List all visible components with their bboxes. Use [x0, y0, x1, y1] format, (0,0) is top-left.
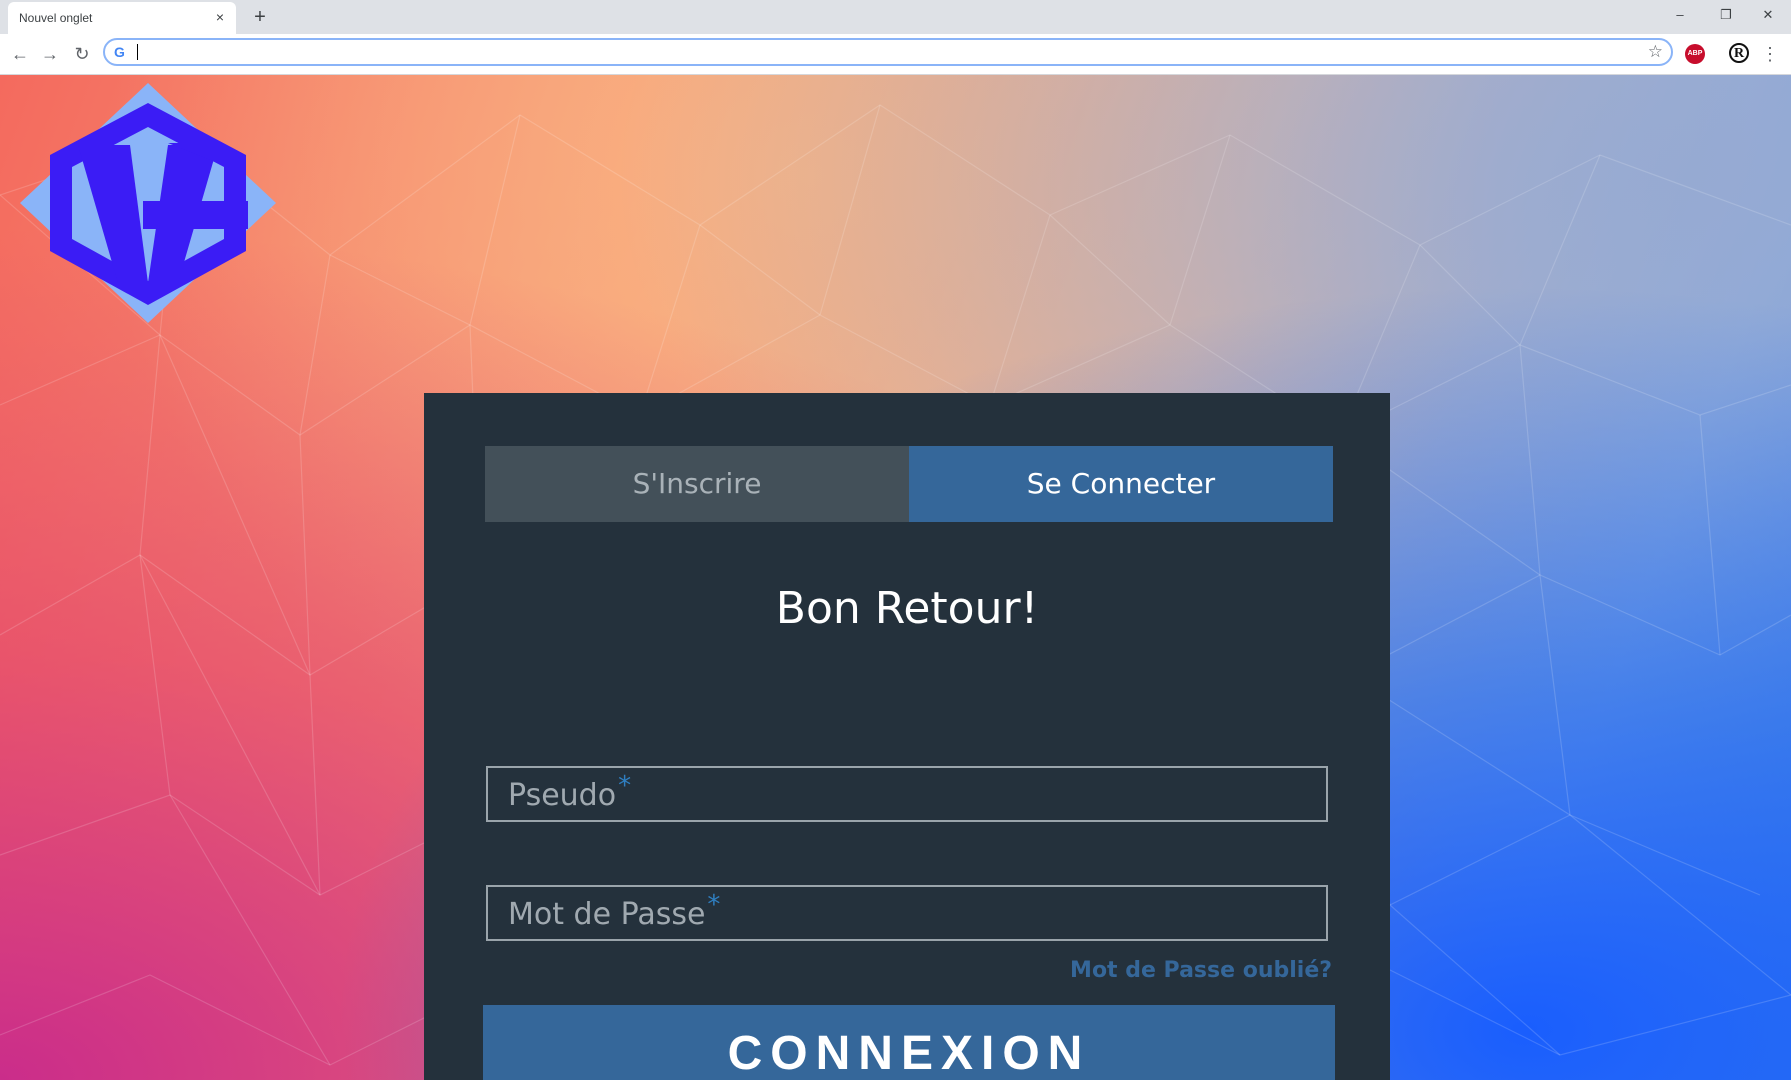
- close-window-button[interactable]: ✕: [1745, 0, 1791, 30]
- tab-title: Nouvel onglet: [19, 11, 93, 25]
- pseudo-label: Pseudo*: [508, 771, 632, 813]
- page-title: Bon Retour!: [775, 583, 1039, 634]
- restore-button[interactable]: ❐: [1703, 0, 1749, 30]
- password-input[interactable]: Mot de Passe*: [486, 885, 1328, 941]
- tab-signup[interactable]: S'Inscrire: [485, 446, 909, 522]
- address-bar[interactable]: G ☆: [103, 38, 1673, 66]
- required-marker: *: [618, 771, 632, 801]
- page-viewport: S'Inscrire Se Connecter Bon Retour! Pseu…: [0, 75, 1791, 1080]
- browser-toolbar: ← → ↻ G ☆ ABP R ⋮: [0, 34, 1791, 75]
- minimize-button[interactable]: –: [1657, 0, 1703, 30]
- forgot-password-link[interactable]: Mot de Passe oublié?: [1070, 958, 1332, 983]
- kebab-menu-icon[interactable]: ⋮: [1760, 42, 1780, 66]
- forward-arrow-icon[interactable]: →: [38, 42, 62, 66]
- browser-tab-strip: Nouvel onglet × + – ❐ ✕: [0, 0, 1791, 34]
- close-tab-icon[interactable]: ×: [212, 9, 228, 25]
- pseudo-input[interactable]: Pseudo*: [486, 766, 1328, 822]
- google-g-icon: G: [114, 44, 125, 60]
- password-label: Mot de Passe*: [508, 890, 721, 932]
- r-extension-icon[interactable]: R: [1729, 43, 1749, 63]
- text-caret: [137, 44, 138, 60]
- back-arrow-icon[interactable]: ←: [8, 42, 32, 66]
- required-marker: *: [707, 890, 721, 920]
- browser-tab[interactable]: Nouvel onglet ×: [8, 2, 236, 34]
- star-icon[interactable]: ☆: [1648, 42, 1663, 62]
- reload-icon[interactable]: ↻: [70, 42, 94, 66]
- new-tab-button[interactable]: +: [248, 5, 272, 29]
- adblock-extension-icon[interactable]: ABP: [1685, 44, 1705, 64]
- g-hexagon-logo: [20, 83, 276, 323]
- login-card: S'Inscrire Se Connecter Bon Retour! Pseu…: [424, 393, 1390, 1080]
- tab-login[interactable]: Se Connecter: [909, 446, 1333, 522]
- login-submit-button[interactable]: CONNEXION: [483, 1005, 1335, 1080]
